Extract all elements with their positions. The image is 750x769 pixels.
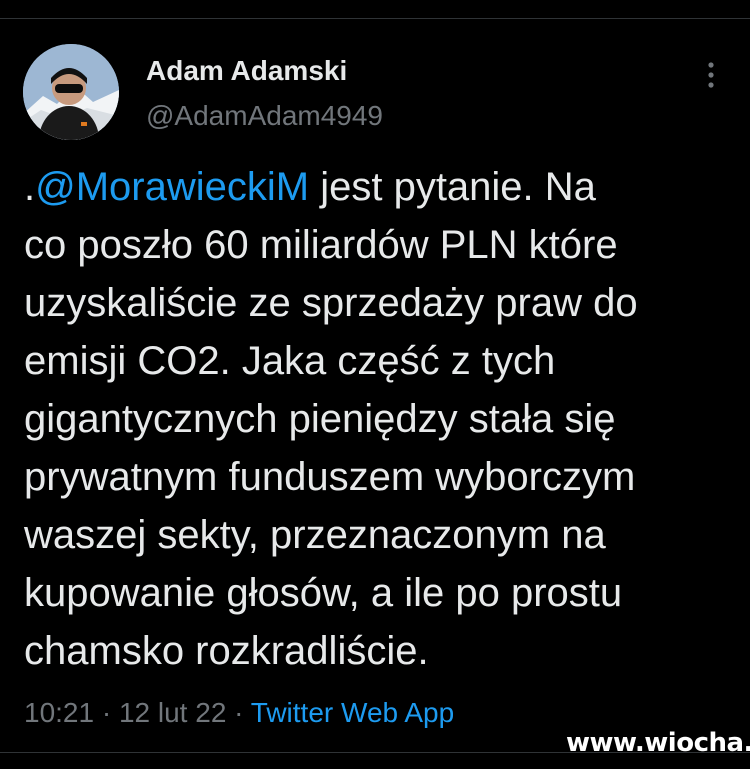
meta-separator: · (101, 697, 112, 728)
top-divider (0, 18, 750, 19)
avatar-image (23, 44, 119, 140)
more-vertical-icon[interactable] (696, 58, 726, 92)
tweet-text-body: jest pytanie. Na co poszło 60 miliardów … (24, 165, 638, 673)
tweet-time[interactable]: 10:21 (24, 697, 94, 728)
mention-link[interactable]: @MorawieckiM (35, 165, 309, 209)
tweet-text: .@MorawieckiM jest pytanie. Na co poszło… (24, 158, 739, 680)
author-handle[interactable]: @AdamAdam4949 (146, 100, 383, 132)
avatar[interactable] (23, 44, 119, 140)
tweet-source-link[interactable]: Twitter Web App (251, 697, 454, 728)
tweet-text-prefix: . (24, 165, 36, 209)
tweet-meta: 10:21 · 12 lut 22 · Twitter Web App (24, 697, 454, 729)
tweet-date[interactable]: 12 lut 22 (119, 697, 226, 728)
meta-separator: · (234, 697, 244, 728)
watermark: www.wiocha.pl (566, 728, 750, 758)
author-name[interactable]: Adam Adamski (146, 55, 347, 87)
